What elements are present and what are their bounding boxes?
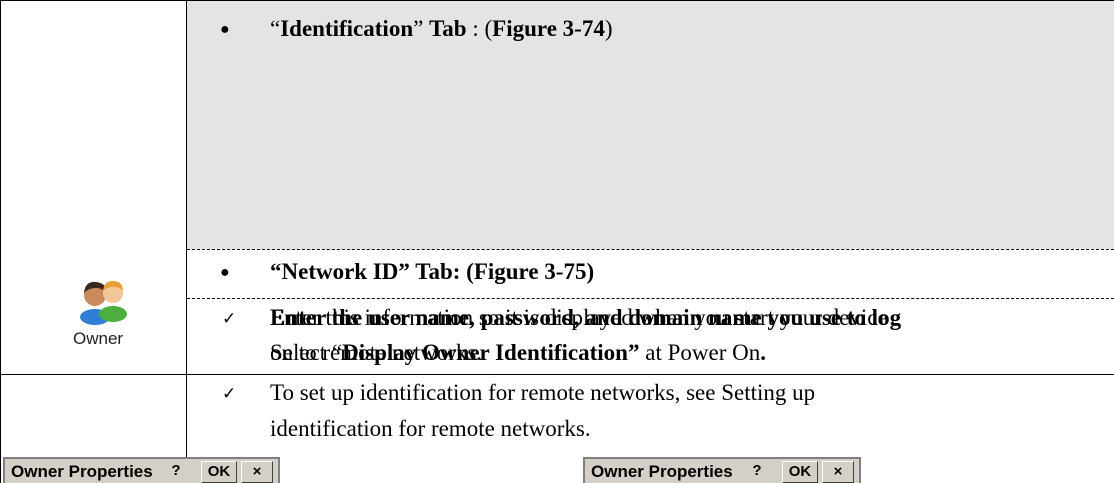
display-owner-text: Select “Display Owner Identification” at…	[270, 340, 766, 365]
owner-properties-dialog-2: Owner Properties ? OK ×	[583, 457, 861, 483]
checkmark-enter: ✓	[222, 309, 237, 328]
owner-users-icon	[76, 276, 130, 326]
owner-properties-dialog-1: Owner Properties ? OK ×	[3, 457, 280, 483]
table-top-border	[0, 0, 1114, 1]
table-left-border	[0, 0, 1, 483]
bullet-identification: ●	[220, 21, 230, 38]
row-divider-setup	[0, 374, 1114, 375]
figure-ref: Figure 3-74	[492, 16, 605, 41]
dialog-title: Owner Properties	[591, 462, 733, 481]
tab-name: Identification	[280, 16, 414, 41]
owner-label: Owner	[73, 329, 124, 348]
enter-info-line2: on to remote networks. Select “Display O…	[270, 338, 1110, 368]
ok-button[interactable]: OK	[201, 461, 237, 483]
setup-identification-line2: identification for remote networks.	[270, 416, 591, 441]
row-divider-enter	[187, 298, 1114, 299]
close-paren: )	[604, 16, 613, 41]
identification-tab-heading: “Identification” Tab : (Figure 3-74)	[270, 14, 613, 44]
help-button[interactable]: ?	[161, 461, 191, 483]
checkmark-setup: ✓	[222, 384, 237, 403]
setup-identification-line1: To set up identification for remote netw…	[270, 380, 816, 405]
close-button[interactable]: ×	[822, 461, 854, 483]
column-divider	[186, 0, 187, 483]
bullet-network-id: ●	[220, 264, 230, 281]
network-id-tab-heading: “Network ID” Tab: (Figure 3-75)	[270, 259, 595, 284]
dialog-title: Owner Properties	[11, 462, 153, 481]
separator: : (	[466, 16, 493, 41]
ok-button[interactable]: OK	[782, 461, 818, 483]
enter-information-text: Enter this information so it is displaye…	[270, 305, 888, 330]
open-quote: “	[270, 16, 281, 41]
help-button[interactable]: ?	[742, 461, 772, 483]
close-quote: ”	[413, 16, 430, 41]
tab-word: Tab	[429, 16, 467, 41]
close-button[interactable]: ×	[241, 461, 273, 483]
enter-info-line1: Enter the user name, password, and domai…	[270, 303, 1110, 333]
row-divider-network	[187, 249, 1114, 250]
